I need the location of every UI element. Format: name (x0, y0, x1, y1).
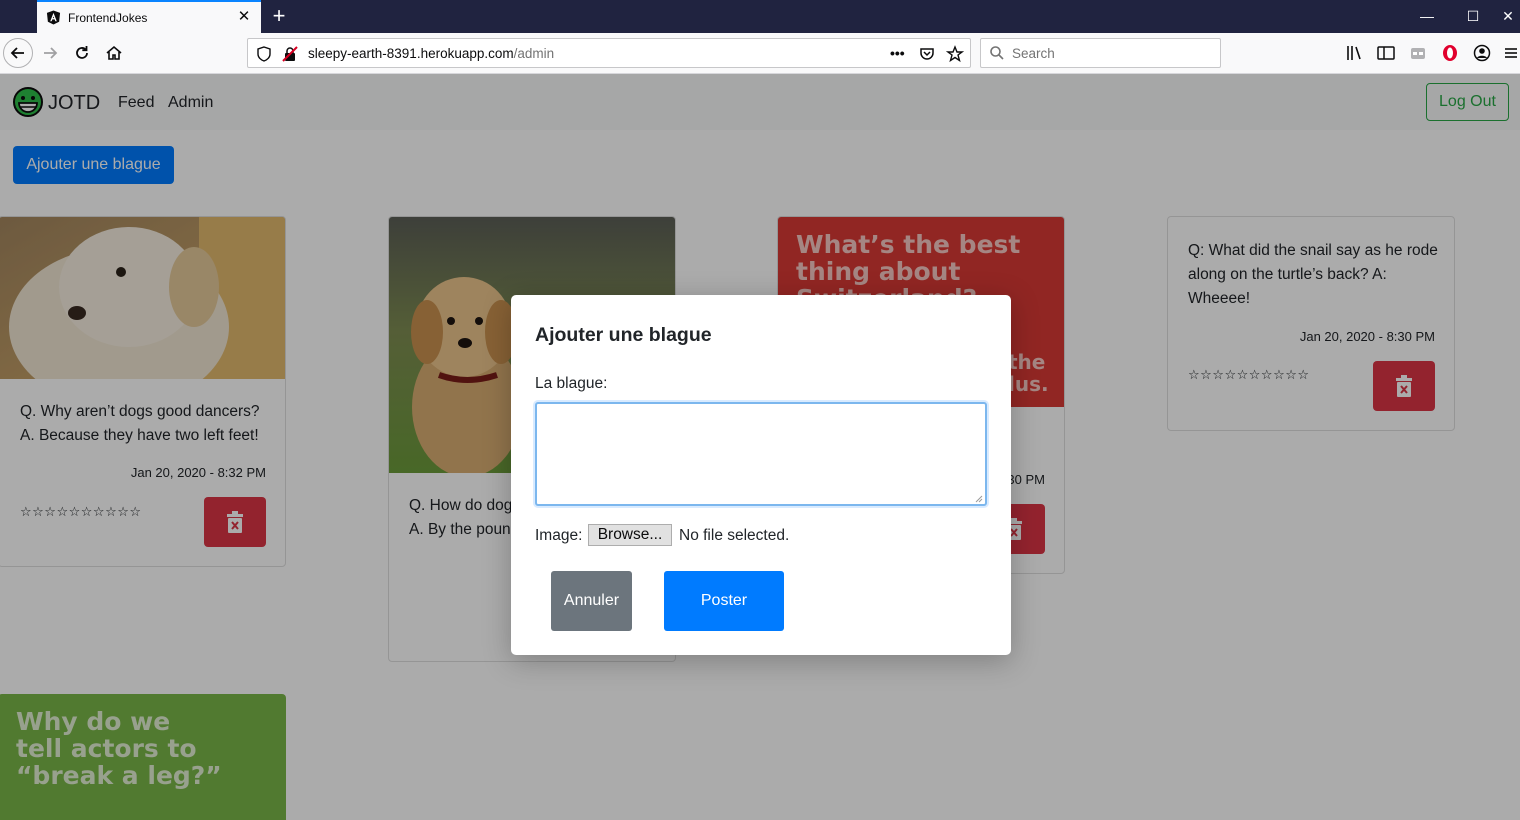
reload-button[interactable] (67, 38, 97, 68)
tab-container-icon[interactable] (1408, 43, 1428, 63)
insecure-lock-icon[interactable] (281, 45, 299, 63)
post-button[interactable]: Poster (664, 571, 784, 631)
new-tab-icon[interactable]: + (268, 5, 290, 27)
url-bar[interactable]: sleepy-earth-8391.herokuapp.com/admin ••… (247, 38, 971, 68)
url-domain: sleepy-earth-8391.herokuapp.com (308, 46, 514, 61)
search-icon (990, 46, 1004, 60)
reload-icon (76, 46, 88, 59)
page-content: JOTD Feed Admin Log Out Ajouter une blag… (0, 74, 1520, 820)
url-text[interactable]: sleepy-earth-8391.herokuapp.com/admin (308, 46, 554, 61)
tab-close-icon[interactable]: ✕ (236, 9, 252, 25)
library-icon[interactable] (1344, 43, 1364, 63)
add-joke-modal: Ajouter une blague La blague: Image: Bro… (511, 295, 1011, 655)
maximize-icon[interactable]: ☐ (1450, 0, 1496, 33)
menu-icon[interactable] (1504, 43, 1518, 63)
tab-title: FrontendJokes (68, 11, 148, 25)
back-button[interactable] (3, 38, 33, 68)
browser-tab-bar: FrontendJokes ✕ + — ☐ ✕ (0, 0, 1520, 33)
close-window-icon[interactable]: ✕ (1496, 0, 1520, 33)
back-arrow-icon (10, 47, 24, 59)
minimize-icon[interactable]: — (1404, 0, 1450, 33)
sidebar-icon[interactable] (1376, 43, 1396, 63)
pocket-icon[interactable] (918, 45, 936, 63)
resize-grip-icon[interactable] (973, 493, 983, 503)
browser-toolbar: sleepy-earth-8391.herokuapp.com/admin ••… (0, 33, 1520, 74)
home-icon (106, 45, 122, 60)
search-bar[interactable]: Search (980, 38, 1221, 68)
page-actions-icon[interactable]: ••• (890, 45, 905, 61)
shield-icon[interactable] (255, 45, 273, 63)
forward-arrow-icon (44, 47, 58, 59)
file-status-text: No file selected. (679, 527, 790, 544)
image-field-label: Image: (535, 527, 583, 544)
joke-textarea[interactable] (535, 402, 987, 506)
bookmark-star-icon[interactable] (946, 45, 964, 63)
forward-button[interactable] (35, 38, 65, 68)
cancel-button[interactable]: Annuler (551, 571, 632, 631)
account-icon[interactable] (1472, 43, 1492, 63)
browser-tab[interactable]: FrontendJokes ✕ (37, 0, 261, 33)
search-placeholder: Search (1012, 46, 1055, 61)
angular-favicon-icon (46, 10, 61, 25)
url-path: /admin (513, 46, 555, 61)
joke-field-label: La blague: (535, 375, 608, 392)
modal-title: Ajouter une blague (535, 324, 712, 346)
browse-file-button[interactable]: Browse... (588, 524, 672, 546)
home-button[interactable] (99, 38, 129, 68)
opera-extension-icon[interactable] (1440, 43, 1460, 63)
